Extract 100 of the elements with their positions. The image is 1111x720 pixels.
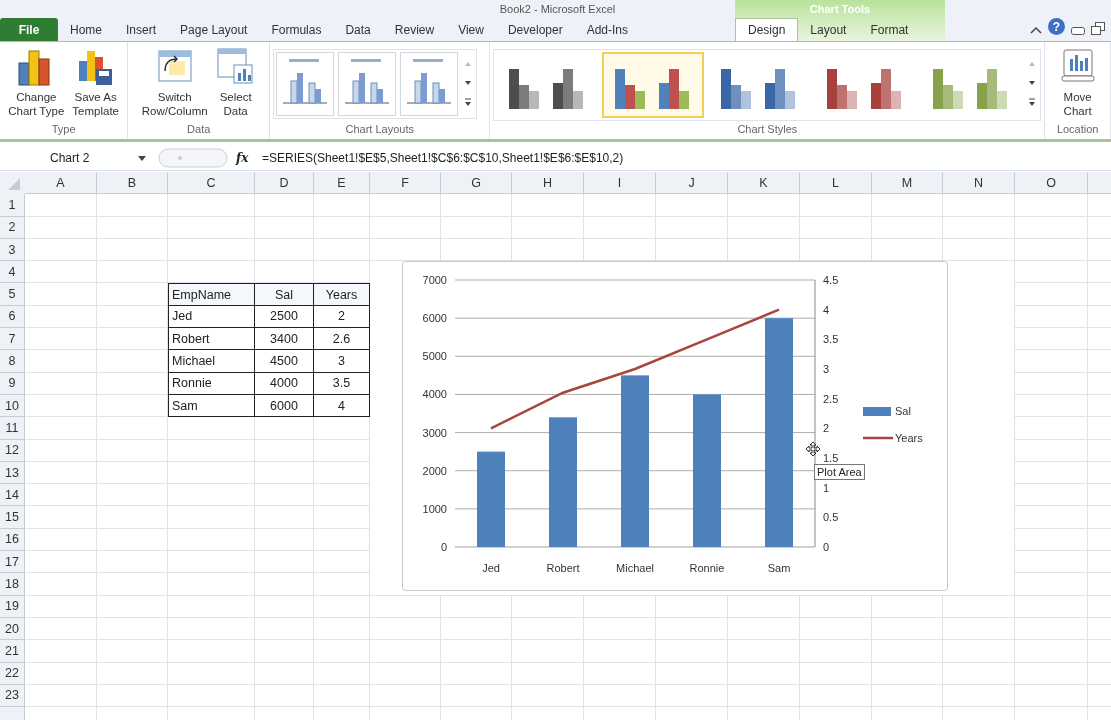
- worksheet-cell[interactable]: [872, 662, 943, 685]
- restore-icon[interactable]: [1091, 22, 1105, 35]
- worksheet-cell[interactable]: [97, 573, 168, 596]
- worksheet-cell[interactable]: [168, 484, 255, 507]
- worksheet-cell[interactable]: [25, 194, 97, 217]
- worksheet-cell[interactable]: [97, 350, 168, 373]
- worksheet-cell[interactable]: [25, 551, 97, 574]
- worksheet-cell[interactable]: [255, 417, 314, 440]
- worksheet-cell[interactable]: [25, 617, 97, 641]
- worksheet-cell[interactable]: [441, 238, 512, 262]
- worksheet-cell[interactable]: [1015, 394, 1088, 418]
- chart-layout-thumbnail[interactable]: [400, 52, 459, 116]
- worksheet-cell[interactable]: [370, 194, 441, 217]
- worksheet-cell[interactable]: [370, 595, 441, 618]
- worksheet-cell[interactable]: [97, 372, 168, 395]
- worksheet-cell[interactable]: [728, 216, 800, 239]
- worksheet-cell[interactable]: [314, 439, 370, 462]
- worksheet-cell[interactable]: [512, 640, 584, 663]
- worksheet-cell[interactable]: [584, 216, 656, 239]
- column-header[interactable]: C: [168, 172, 255, 195]
- worksheet-cell[interactable]: [25, 662, 97, 685]
- worksheet-cell[interactable]: [728, 617, 800, 641]
- ribbon-button[interactable]: Switch Row/Column: [140, 45, 209, 120]
- worksheet-cell[interactable]: [97, 305, 168, 329]
- worksheet-cell[interactable]: [1015, 305, 1088, 329]
- column-header[interactable]: J: [656, 172, 728, 195]
- collapse-ribbon-icon[interactable]: [1030, 25, 1042, 35]
- ribbon-tab[interactable]: Review: [382, 18, 447, 41]
- worksheet-cell[interactable]: [800, 595, 872, 618]
- insert-function-button[interactable]: fx: [236, 151, 254, 165]
- worksheet-cell[interactable]: [441, 194, 512, 217]
- worksheet-cell[interactable]: [656, 595, 728, 618]
- worksheet-cell[interactable]: [656, 194, 728, 217]
- worksheet-cell[interactable]: [872, 595, 943, 618]
- worksheet-cell[interactable]: [314, 238, 370, 262]
- worksheet-cell[interactable]: [314, 461, 370, 485]
- worksheet-cell[interactable]: [255, 194, 314, 217]
- bar[interactable]: [477, 451, 505, 548]
- worksheet-cell[interactable]: [255, 573, 314, 596]
- worksheet-cell[interactable]: [25, 684, 97, 708]
- worksheet-cell[interactable]: [314, 551, 370, 574]
- worksheet-cell[interactable]: [584, 684, 656, 708]
- row-header[interactable]: 20: [0, 617, 25, 641]
- worksheet-cell[interactable]: [370, 238, 441, 262]
- worksheet-cell[interactable]: [314, 484, 370, 507]
- column-header[interactable]: F: [370, 172, 441, 195]
- worksheet-cell[interactable]: [168, 439, 255, 462]
- worksheet-cell[interactable]: [800, 216, 872, 239]
- ribbon-tab[interactable]: Format: [858, 18, 921, 41]
- ribbon-tab[interactable]: Design: [735, 18, 799, 41]
- row-header[interactable]: 16: [0, 528, 25, 552]
- worksheet-cell[interactable]: [168, 551, 255, 574]
- worksheet-cell[interactable]: [370, 662, 441, 685]
- row-header[interactable]: 14: [0, 484, 25, 507]
- worksheet-cell[interactable]: [1015, 216, 1088, 239]
- column-header[interactable]: H: [512, 172, 584, 195]
- chart-layout-thumbnail[interactable]: [338, 52, 397, 116]
- worksheet-cell[interactable]: [25, 261, 97, 284]
- worksheet-cell[interactable]: [512, 194, 584, 217]
- worksheet-cell[interactable]: [1015, 283, 1088, 306]
- worksheet-cell[interactable]: [800, 617, 872, 641]
- worksheet-cell[interactable]: [1015, 684, 1088, 708]
- chart-layout-thumbnail[interactable]: [276, 52, 335, 116]
- worksheet-cell[interactable]: [168, 417, 255, 440]
- worksheet-cell[interactable]: [872, 216, 943, 239]
- worksheet-cell[interactable]: [1015, 238, 1088, 262]
- worksheet-cell[interactable]: [314, 617, 370, 641]
- worksheet-cell[interactable]: [314, 640, 370, 663]
- row-header[interactable]: 10: [0, 394, 25, 418]
- worksheet-cell[interactable]: [255, 595, 314, 618]
- worksheet-cell[interactable]: [800, 238, 872, 262]
- worksheet-cell[interactable]: [25, 216, 97, 239]
- worksheet-cell[interactable]: [168, 684, 255, 708]
- worksheet-cell[interactable]: [97, 528, 168, 552]
- worksheet-cell[interactable]: [25, 461, 97, 485]
- worksheet-cell[interactable]: [1015, 439, 1088, 462]
- column-header[interactable]: D: [255, 172, 314, 195]
- row-header[interactable]: 19: [0, 595, 25, 618]
- worksheet-cell[interactable]: [728, 640, 800, 663]
- row-header[interactable]: 12: [0, 439, 25, 462]
- worksheet-cell[interactable]: [656, 662, 728, 685]
- worksheet-cell[interactable]: [255, 439, 314, 462]
- worksheet-cell[interactable]: [943, 595, 1015, 618]
- worksheet-cell[interactable]: [255, 484, 314, 507]
- worksheet-cell[interactable]: [97, 640, 168, 663]
- worksheet-cell[interactable]: [168, 461, 255, 485]
- column-header[interactable]: A: [25, 172, 97, 195]
- worksheet-cell[interactable]: [872, 238, 943, 262]
- row-header[interactable]: 7: [0, 328, 25, 351]
- worksheet-cell[interactable]: [1015, 617, 1088, 641]
- worksheet-cell[interactable]: [168, 662, 255, 685]
- column-header[interactable]: E: [314, 172, 370, 195]
- worksheet-cell[interactable]: [441, 595, 512, 618]
- column-header[interactable]: K: [728, 172, 800, 195]
- worksheet-cell[interactable]: [255, 684, 314, 708]
- column-header[interactable]: I: [584, 172, 656, 195]
- row-header[interactable]: 3: [0, 238, 25, 262]
- worksheet-cell[interactable]: [584, 662, 656, 685]
- worksheet-cell[interactable]: [25, 305, 97, 329]
- worksheet-cell[interactable]: [97, 617, 168, 641]
